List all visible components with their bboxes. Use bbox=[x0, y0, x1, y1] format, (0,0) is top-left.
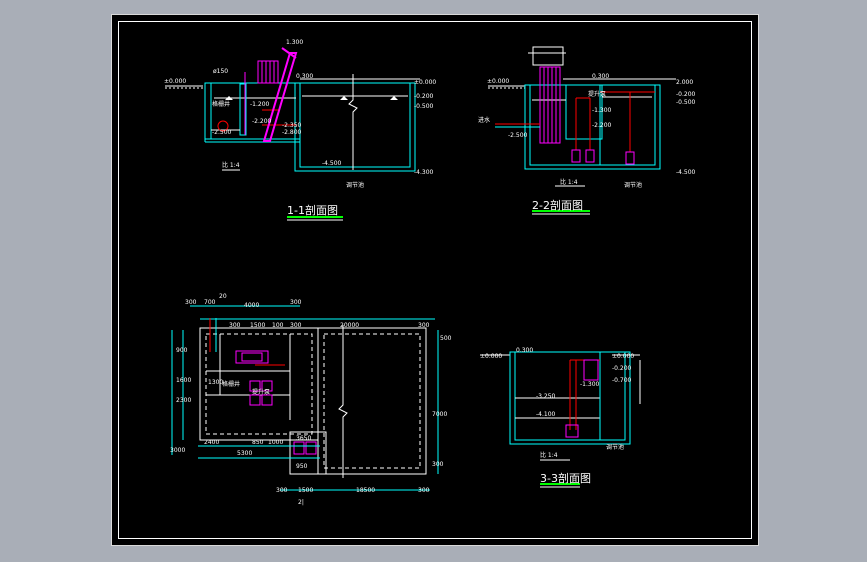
elev-label: -4.500 bbox=[322, 160, 342, 167]
dim-label: 950 bbox=[296, 463, 308, 470]
text-layer: ±0.000 ø150 1.300 0.300 -1.200 -2.200 -2… bbox=[164, 39, 696, 506]
elev-label: 0.300 bbox=[592, 73, 609, 80]
pit-label: 调节池 bbox=[606, 443, 624, 451]
section-2-2-title: 2-2剖面图 bbox=[532, 198, 583, 212]
elev-label: -0.500 bbox=[676, 99, 696, 106]
dim-label: 2300 bbox=[176, 397, 191, 404]
dim-label: 300 bbox=[185, 299, 197, 306]
dim-label: 300 bbox=[290, 299, 302, 306]
dim-label: 1600 bbox=[176, 377, 191, 384]
dim-label: 18500 bbox=[356, 487, 375, 494]
dim-label: 300 bbox=[229, 322, 241, 329]
elev-label: -0.200 bbox=[612, 365, 632, 372]
section-mark: 2| bbox=[298, 499, 304, 506]
dim-label: 300 bbox=[418, 322, 430, 329]
elev-label: -0.200 bbox=[676, 91, 696, 98]
dim-label: 300 bbox=[290, 322, 302, 329]
dim-label: 300 bbox=[432, 461, 444, 468]
elev-label: -0.700 bbox=[612, 377, 632, 384]
room-label: 格栅井 bbox=[212, 100, 230, 108]
pit-label: 调节池 bbox=[346, 181, 364, 189]
dim-label: 850 bbox=[252, 439, 264, 446]
section-2-2 bbox=[488, 46, 676, 215]
dim-label: 7000 bbox=[432, 411, 447, 418]
dim-label: 20 bbox=[219, 293, 227, 300]
dim-label: 1000 bbox=[268, 439, 283, 446]
section-3-3 bbox=[480, 351, 641, 488]
scale-note: 比 1:4 bbox=[540, 451, 558, 459]
section-3-3-title: 3-3剖面图 bbox=[540, 471, 591, 485]
elev-label: -1.200 bbox=[250, 101, 270, 108]
dim-label: 1500 bbox=[298, 487, 313, 494]
dim-label: 300 bbox=[276, 487, 288, 494]
dim-label: 2400 bbox=[204, 439, 219, 446]
inlet-label: 进水 bbox=[478, 116, 490, 124]
room-label: 格栅井 bbox=[222, 380, 240, 388]
cad-drawing: ±0.000 ø150 1.300 0.300 -1.200 -2.200 -2… bbox=[164, 39, 696, 506]
elev-label: -0.200 bbox=[414, 93, 434, 100]
elev-label: -1.300 bbox=[592, 107, 612, 114]
elev-label: -2.200 bbox=[252, 118, 272, 125]
elev-label: -2.500 bbox=[508, 132, 528, 139]
elev-label: ø150 bbox=[213, 68, 228, 75]
dim-label: 100 bbox=[272, 322, 284, 329]
pit-label: 调节池 bbox=[624, 181, 642, 189]
elev-label: 1.300 bbox=[286, 39, 303, 46]
dim-label: 5300 bbox=[237, 450, 252, 457]
elev-label: ±0.000 bbox=[612, 353, 634, 360]
scale-note: 比 1:4 bbox=[222, 161, 240, 169]
elev-label: -2.200 bbox=[592, 122, 612, 129]
scale-note: 比 1:4 bbox=[560, 178, 578, 186]
dim-label: 20000 bbox=[340, 322, 359, 329]
elev-label: ±0.000 bbox=[480, 353, 502, 360]
elev-label: -4.500 bbox=[676, 169, 696, 176]
section-1-1-title: 1-1剖面图 bbox=[287, 203, 338, 217]
elev-label: -3.250 bbox=[536, 393, 556, 400]
pump-label: 提升泵 bbox=[252, 388, 270, 396]
dim-label: 3000 bbox=[170, 447, 185, 454]
elev-label: -4.300 bbox=[414, 169, 434, 176]
dim-label: 300 bbox=[418, 487, 430, 494]
elev-label: ±0.000 bbox=[487, 78, 509, 85]
dim-label: 700 bbox=[204, 299, 216, 306]
elev-label: ±0.000 bbox=[164, 78, 186, 85]
elev-label: 0.300 bbox=[516, 347, 533, 354]
dim-label: 1500 bbox=[250, 322, 265, 329]
dim-label: 3650 bbox=[296, 435, 311, 442]
elev-label: 0.300 bbox=[296, 73, 313, 80]
elev-label: -0.500 bbox=[414, 103, 434, 110]
elev-label: -2.500 bbox=[212, 129, 232, 136]
dim-label: 4000 bbox=[244, 302, 259, 309]
elev-label: -2.800 bbox=[282, 129, 302, 136]
elev-label: -2.350 bbox=[282, 122, 302, 129]
elev-label: -1.300 bbox=[580, 381, 600, 388]
pump-label: 提升泵 bbox=[588, 90, 606, 98]
dim-label: 500 bbox=[440, 335, 452, 342]
elev-label: ±0.000 bbox=[414, 79, 436, 86]
elev-label: 2.000 bbox=[676, 79, 693, 86]
elev-label: -4.100 bbox=[536, 411, 556, 418]
dim-label: 900 bbox=[176, 347, 188, 354]
